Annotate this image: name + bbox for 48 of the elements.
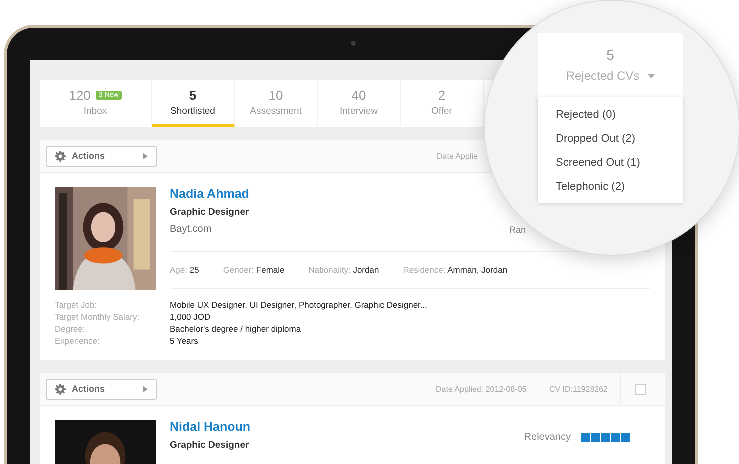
caret-icon [143, 386, 148, 392]
source-text: Bayt.com [170, 224, 212, 235]
actions-button[interactable]: Actions [46, 146, 157, 166]
detail-label: Experience: [55, 336, 101, 346]
menu-item[interactable]: Rejected (0) [556, 109, 683, 121]
settings-icon [55, 384, 66, 394]
detail-label: Degree: [55, 324, 86, 334]
relevancy-label: Relevancy [524, 432, 571, 443]
tab-label: Shortlisted [170, 106, 216, 116]
menu-item[interactable]: Telephonic (2) [556, 181, 683, 193]
caret-icon [143, 152, 148, 160]
camera-icon [351, 41, 356, 46]
fact-text: Nationality: Jordan [308, 265, 380, 275]
tab-count: 5 [606, 47, 614, 63]
tab-label: Assessment [250, 106, 302, 116]
menu-item[interactable]: Screened Out (1) [556, 157, 683, 169]
settings-icon [55, 150, 66, 162]
select-checkbox[interactable] [634, 384, 646, 394]
fact-text: Age: 25 [170, 265, 200, 275]
fact-text: Gender: Female [223, 265, 285, 275]
tab-count: 2 [438, 88, 446, 102]
detail-value: Mobile UX Designer, UI Designer, Photographer, Graphic Designer... [170, 300, 428, 310]
detail-value: 1,000 JOD [170, 312, 212, 322]
tab-count: 40 [352, 88, 366, 102]
detail-value: Bachelor's degree / higher diploma [170, 324, 302, 334]
tab-count: 120 [69, 88, 91, 102]
cv-id: CV ID:11928262 [548, 384, 608, 394]
tab[interactable]: 5 Shortlisted [152, 80, 235, 127]
candidate-name[interactable]: Nadia Ahmad [170, 187, 250, 201]
rank-label: Ran [509, 225, 526, 235]
date-applied: Date Applied: 2012-08-05 [436, 384, 528, 394]
job-title: Graphic Designer [170, 207, 250, 218]
tab-label: Inbox [84, 106, 108, 116]
detail-label: Target Job: [55, 300, 98, 310]
candidate-name[interactable]: Nidal Hanoun [170, 420, 251, 434]
date-applied: Date Applie [437, 152, 479, 160]
menu-item[interactable]: Dropped Out (2) [556, 133, 683, 145]
tab-count: 10 [268, 88, 284, 102]
tab-label: Rejected CVs [566, 69, 640, 83]
tab-label: Interview [340, 106, 378, 116]
tab-count: 5 [189, 88, 197, 102]
detail-value: 5 Years [170, 336, 200, 346]
caret-icon [648, 74, 655, 78]
detail-label: Target Monthly Salary: [55, 312, 141, 322]
fact-text: Residence: Amman, Jordan [403, 265, 508, 275]
job-title: Graphic Designer [170, 440, 250, 451]
actions-button[interactable]: Actions [46, 378, 157, 400]
tab-label: Offer [432, 106, 452, 116]
